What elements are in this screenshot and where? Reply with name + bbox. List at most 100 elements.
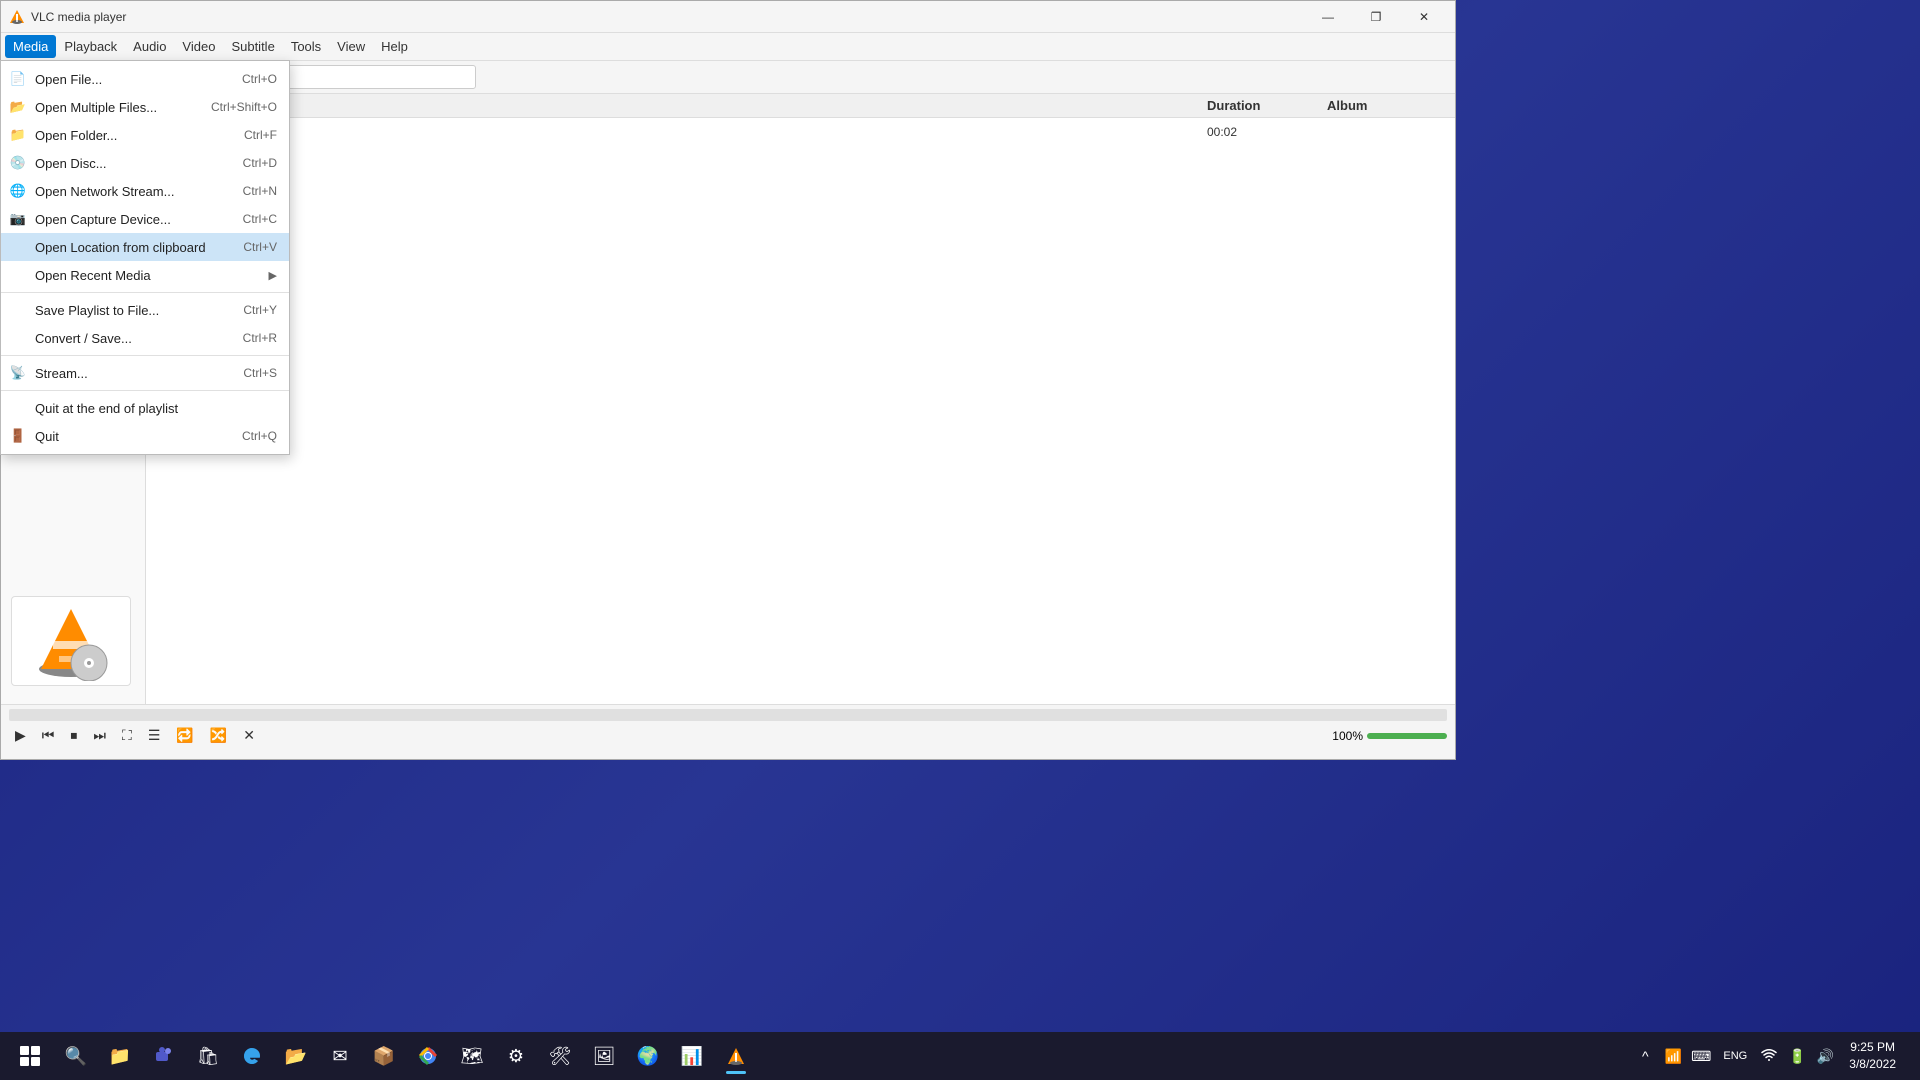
menu-tools[interactable]: Tools [283,35,329,58]
open-folder-icon: 📁 [9,126,27,144]
windows-logo [20,1046,40,1066]
open-recent-arrow: ▶ [269,269,277,282]
menu-open-recent[interactable]: Open Recent Media ▶ [1,261,289,289]
menu-open-multiple-files[interactable]: 📂 Open Multiple Files... Ctrl+Shift+O [1,93,289,121]
menu-open-folder[interactable]: 📁 Open Folder... Ctrl+F [1,121,289,149]
menu-open-network[interactable]: 🌐 Open Network Stream... Ctrl+N [1,177,289,205]
open-location-icon [9,238,27,256]
taskbar-vlc[interactable] [716,1036,756,1076]
tray-volume[interactable]: 🔊 [1813,1036,1837,1076]
menu-convert[interactable]: Convert / Save... Ctrl+R [1,324,289,352]
col-duration: Duration [1207,98,1327,113]
taskbar-analytics[interactable]: 📊 [672,1036,712,1076]
menu-quit-end[interactable]: Quit at the end of playlist [1,394,289,422]
save-playlist-label: Save Playlist to File... [35,303,235,318]
repeat-button[interactable]: 🔁 [170,725,199,746]
clock-area[interactable]: 9:25 PM 3/8/2022 [1841,1039,1904,1073]
stop-button[interactable]: ⏹ [64,725,83,746]
open-recent-label: Open Recent Media [35,268,261,283]
open-network-icon: 🌐 [9,182,27,200]
quit-end-label: Quit at the end of playlist [35,401,277,416]
fullscreen-button[interactable]: ⛶ [116,725,138,746]
menu-bar: Media Playback Audio Video Subtitle Tool… [1,33,1455,61]
row-duration: 00:02 [1207,125,1327,139]
shuffle-button[interactable]: 🔀 [204,725,233,746]
taskbar-dropbox[interactable]: 📦 [364,1036,404,1076]
separator-1 [1,292,289,293]
next-button[interactable]: ⏭ [87,725,112,746]
ext-button[interactable]: ✕ [237,725,261,746]
tray-lang[interactable]: ENG [1717,1036,1753,1076]
taskbar-browser2[interactable]: 🌍 [628,1036,668,1076]
stream-icon: 📡 [9,364,27,382]
volume-slider[interactable] [1367,733,1447,739]
bottom-controls: ▶ ⏮ ⏹ ⏭ ⛶ ☰ 🔁 🔀 ✕ 100% [1,704,1455,759]
maximize-button[interactable]: ❐ [1353,1,1399,33]
menu-open-capture[interactable]: 📷 Open Capture Device... Ctrl+C [1,205,289,233]
menu-help[interactable]: Help [373,35,416,58]
taskbar-files[interactable]: 📂 [276,1036,316,1076]
prev-button[interactable]: ⏮ [36,725,61,746]
open-disc-icon: 💿 [9,154,27,172]
open-capture-icon: 📷 [9,210,27,228]
seek-bar[interactable] [9,709,1447,721]
taskbar-settings[interactable]: ⚙ [496,1036,536,1076]
tray-bars[interactable]: 📶 [1661,1036,1685,1076]
tray-keyboard[interactable]: ⌨ [1689,1036,1713,1076]
taskbar-chrome[interactable] [408,1036,448,1076]
menu-media[interactable]: Media [5,35,56,58]
taskbar-edge[interactable] [232,1036,272,1076]
volume-fill [1367,733,1447,739]
menu-save-playlist[interactable]: Save Playlist to File... Ctrl+Y [1,296,289,324]
menu-audio[interactable]: Audio [125,35,174,58]
tray-expand[interactable]: ^ [1633,1036,1657,1076]
row-album [1327,125,1447,139]
table-row[interactable]: 00:02 [154,122,1447,142]
playlist-header: ☰ [146,61,1455,94]
menu-video[interactable]: Video [174,35,223,58]
menu-open-file[interactable]: 📄 Open File... Ctrl+O [1,65,289,93]
separator-3 [1,390,289,391]
title-bar: VLC media player — ❐ ✕ [1,1,1455,33]
close-button[interactable]: ✕ [1401,1,1447,33]
vlc-logo-area [1,586,145,696]
volume-area: 100% [1332,729,1447,743]
open-folder-label: Open Folder... [35,128,236,143]
quit-icon: 🚪 [9,427,27,445]
tray-battery[interactable]: 🔋 [1785,1036,1809,1076]
menu-subtitle[interactable]: Subtitle [223,35,282,58]
convert-icon [9,329,27,347]
tray-wifi[interactable] [1757,1036,1781,1076]
menu-stream[interactable]: 📡 Stream... Ctrl+S [1,359,289,387]
play-button[interactable]: ▶ [9,725,32,746]
open-network-label: Open Network Stream... [35,184,235,199]
menu-playback[interactable]: Playback [56,35,125,58]
open-multiple-icon: 📂 [9,98,27,116]
playlist-content: 00:02 [146,118,1455,704]
taskbar-file-explorer[interactable]: 📁 [100,1036,140,1076]
minimize-button[interactable]: — [1305,1,1351,33]
taskbar-photos[interactable]: 🖼 [584,1036,624,1076]
taskbar-search[interactable]: 🔍 [56,1036,96,1076]
taskbar-store[interactable]: 🛍 [188,1036,228,1076]
open-network-shortcut: Ctrl+N [243,184,277,198]
menu-view[interactable]: View [329,35,373,58]
menu-open-location[interactable]: Open Location from clipboard Ctrl+V [1,233,289,261]
col-album: Album [1327,98,1447,113]
playback-buttons: ▶ ⏮ ⏹ ⏭ ⛶ ☰ 🔁 🔀 ✕ 100% [1,721,1455,750]
menu-quit[interactable]: 🚪 Quit Ctrl+Q [1,422,289,450]
window-title: VLC media player [31,10,1305,24]
stream-label: Stream... [35,366,235,381]
vlc-logo-box [11,596,131,686]
menu-open-disc[interactable]: 💿 Open Disc... Ctrl+D [1,149,289,177]
start-button[interactable] [8,1034,52,1078]
taskbar-maps[interactable]: 🗺 [452,1036,492,1076]
open-capture-shortcut: Ctrl+C [243,212,277,226]
open-file-label: Open File... [35,72,234,87]
taskbar-teams[interactable] [144,1036,184,1076]
taskbar-mail[interactable]: ✉ [320,1036,360,1076]
vlc-title-icon [9,9,25,25]
playlist-toggle-button[interactable]: ☰ [142,725,167,746]
open-capture-label: Open Capture Device... [35,212,235,227]
taskbar-dev-tools[interactable]: 🛠 [540,1036,580,1076]
